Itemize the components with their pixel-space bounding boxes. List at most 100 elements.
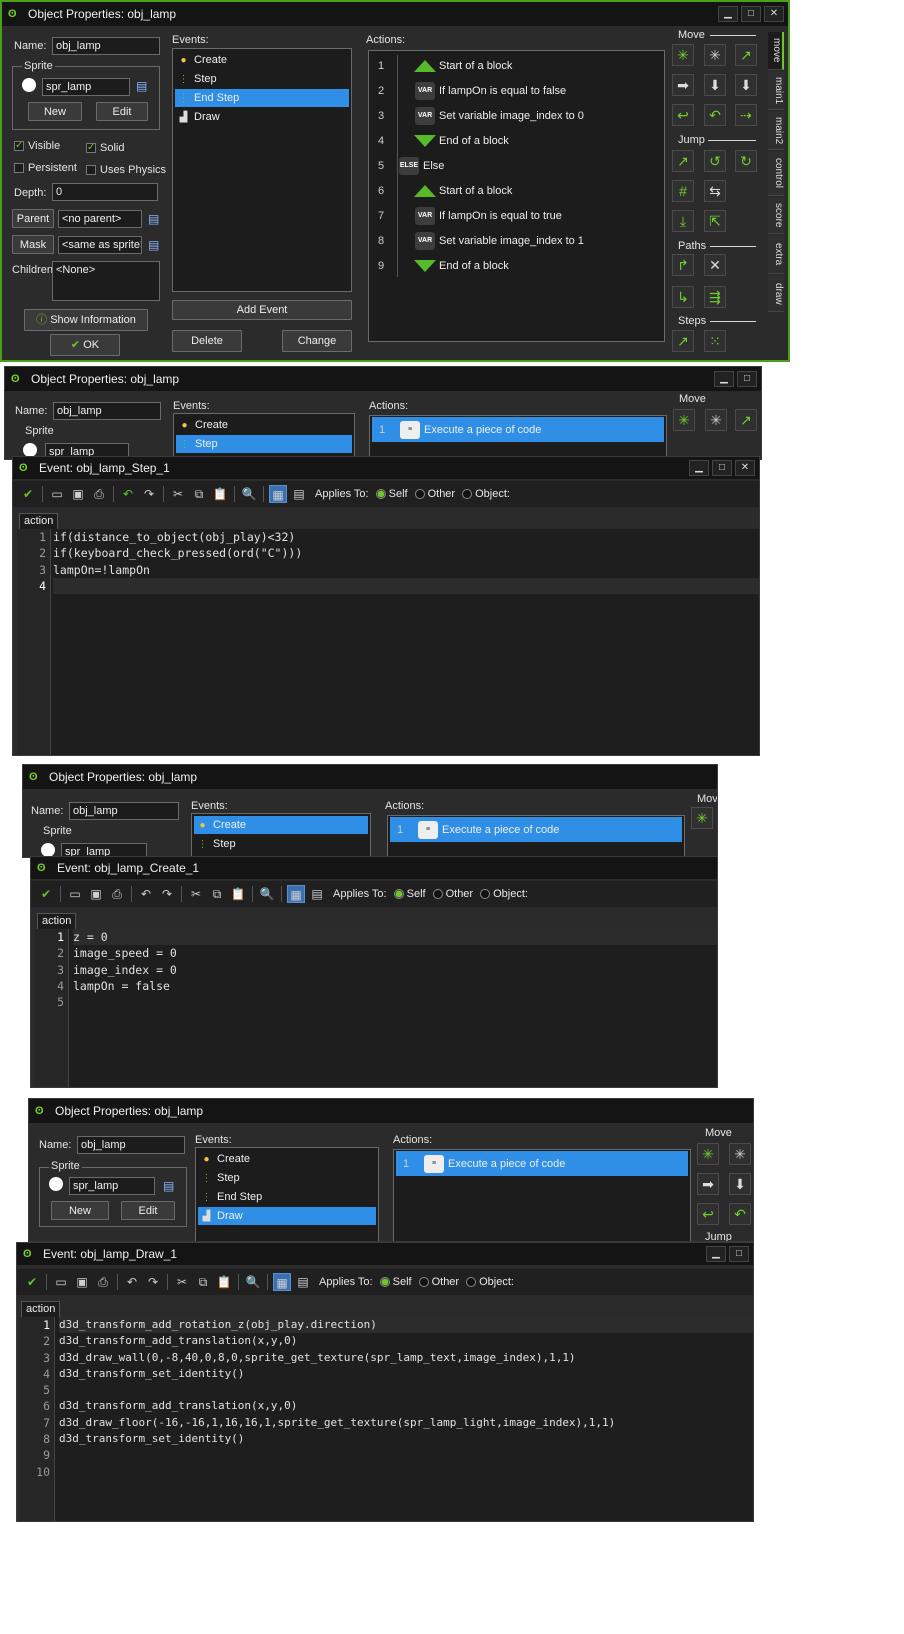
event-draw[interactable]: ▟ Draw xyxy=(198,1207,376,1225)
depth-input[interactable]: 0 xyxy=(52,183,158,201)
code-text[interactable]: if(distance_to_object(obj_play)<32) if(k… xyxy=(53,529,759,595)
parent-menu-icon[interactable]: ▤ xyxy=(148,212,159,226)
undo-icon[interactable]: ↶ xyxy=(119,485,137,503)
move-fixed-icon[interactable]: ✳ xyxy=(673,409,695,431)
cut-icon[interactable]: ✂ xyxy=(187,885,205,903)
ok-check-icon[interactable]: ✔ xyxy=(37,885,55,903)
event-step[interactable]: ⋮ Step xyxy=(176,435,352,453)
action-row[interactable]: 2 VAR If lampOn is equal to false xyxy=(371,78,566,103)
redo-icon[interactable]: ↷ xyxy=(158,885,176,903)
new-sprite-button[interactable]: New xyxy=(28,102,82,121)
applies-self-radio[interactable]: Self xyxy=(375,488,408,500)
action-row[interactable]: 7 VAR If lampOn is equal to true xyxy=(371,203,562,228)
sprite-menu-icon[interactable]: ▤ xyxy=(163,1179,174,1193)
applies-self-radio[interactable]: Self xyxy=(379,1276,412,1288)
ok-check-icon[interactable]: ✔ xyxy=(19,485,37,503)
mask-input[interactable]: <same as sprite> xyxy=(58,236,142,254)
save-icon[interactable]: ▣ xyxy=(73,1273,91,1291)
sprite-input[interactable]: spr_lamp xyxy=(69,1177,155,1195)
maximize-button[interactable]: □ xyxy=(729,1246,749,1262)
maximize-button[interactable]: □ xyxy=(712,460,732,476)
align-grid-icon[interactable]: # xyxy=(672,180,694,202)
tab-main1[interactable]: main1 xyxy=(768,72,784,110)
search-icon[interactable]: 🔍 xyxy=(258,885,276,903)
cut-icon[interactable]: ✂ xyxy=(173,1273,191,1291)
mask-button[interactable]: Mask xyxy=(12,235,54,254)
maximize-button[interactable]: □ xyxy=(741,6,761,22)
action-row[interactable]: 3 VAR Set variable image_index to 0 xyxy=(371,103,584,128)
event-create[interactable]: ● Create xyxy=(198,1150,376,1168)
minimize-button[interactable]: ▁ xyxy=(714,371,734,387)
code-editor[interactable]: 1 2 3 4 5 6 7 8 9 10 d3d_transform_add_rotation_z… xyxy=(19,1317,753,1521)
delete-event-button[interactable]: Delete xyxy=(172,330,242,352)
reverse-horizontal-icon[interactable]: ↩ xyxy=(672,104,694,126)
action-row[interactable]: 1 ≡ Execute a piece of code xyxy=(372,417,664,442)
name-input[interactable]: obj_lamp xyxy=(77,1136,185,1154)
code-options-icon[interactable]: ▤ xyxy=(308,885,326,903)
applies-other-radio[interactable]: Other xyxy=(414,488,455,500)
step-avoiding-icon[interactable]: ⁙ xyxy=(704,330,726,352)
jump-to-position-icon[interactable]: ↗ xyxy=(672,150,694,172)
event-create[interactable]: ● Create xyxy=(176,416,352,434)
code-text[interactable]: z = 0 image_speed = 0 image_index = 0 la… xyxy=(73,929,717,1010)
edit-sprite-button[interactable]: Edit xyxy=(96,102,148,121)
add-event-button[interactable]: Add Event xyxy=(172,300,352,320)
cut-icon[interactable]: ✂ xyxy=(169,485,187,503)
wrap-screen-icon[interactable]: ⇆ xyxy=(704,180,726,202)
print-icon[interactable]: ⎙ xyxy=(90,485,108,503)
code-editor[interactable]: 12345 z = 0 image_speed = 0 image_index … xyxy=(35,929,717,1087)
open-icon[interactable]: ▭ xyxy=(66,885,84,903)
event-step[interactable]: ⋮ Step xyxy=(194,835,368,853)
reverse-vertical-icon[interactable]: ↶ xyxy=(704,104,726,126)
tab-control[interactable]: control xyxy=(768,152,784,196)
event-end-step[interactable]: ⋮ End Step xyxy=(198,1188,376,1206)
paste-icon[interactable]: 📋 xyxy=(215,1273,233,1291)
copy-icon[interactable]: ⧉ xyxy=(208,885,226,903)
tab-score[interactable]: score xyxy=(768,198,784,234)
move-fixed-icon[interactable]: ✳ xyxy=(672,44,694,66)
code-text[interactable]: d3d_transform_add_rotation_z(obj_play.di… xyxy=(59,1317,753,1480)
check-syntax-icon[interactable]: ▦ xyxy=(273,1273,291,1291)
action-row[interactable]: 4 End of a block xyxy=(371,128,509,153)
action-row[interactable]: 1 Start of a block xyxy=(371,53,512,78)
visible-checkbox[interactable]: ✓ Visible xyxy=(14,140,60,152)
applies-self-radio[interactable]: Self xyxy=(393,888,426,900)
action-row[interactable]: 6 Start of a block xyxy=(371,178,512,203)
children-list[interactable]: <None> xyxy=(52,261,160,301)
search-icon[interactable]: 🔍 xyxy=(244,1273,262,1291)
show-information-button[interactable]: ⓘ Show Information xyxy=(24,309,148,331)
minimize-button[interactable]: ▁ xyxy=(689,460,709,476)
sprite-input[interactable]: spr_lamp xyxy=(42,78,130,96)
edit-sprite-button[interactable]: Edit xyxy=(121,1201,175,1220)
path-speed-icon[interactable]: ⇶ xyxy=(704,286,726,308)
minimize-button[interactable]: ▁ xyxy=(706,1246,726,1262)
applies-object-radio[interactable]: Object: xyxy=(462,488,510,500)
bounce-icon[interactable]: ⇱ xyxy=(704,210,726,232)
event-end-step[interactable]: ⋮ End Step xyxy=(175,89,349,107)
applies-object-radio[interactable]: Object: xyxy=(466,1276,514,1288)
set-path-icon[interactable]: ↱ xyxy=(672,254,694,276)
open-icon[interactable]: ▭ xyxy=(52,1273,70,1291)
action-row[interactable]: 8 VAR Set variable image_index to 1 xyxy=(371,228,584,253)
code-options-icon[interactable]: ▤ xyxy=(290,485,308,503)
save-icon[interactable]: ▣ xyxy=(69,485,87,503)
end-path-icon[interactable]: ✕ xyxy=(704,254,726,276)
code-editor[interactable]: 1234 if(distance_to_object(obj_play)<32)… xyxy=(17,529,759,755)
sprite-menu-icon[interactable]: ▤ xyxy=(136,79,150,93)
copy-icon[interactable]: ⧉ xyxy=(194,1273,212,1291)
action-row[interactable]: 5 ELSE Else xyxy=(371,153,444,178)
tab-draw[interactable]: draw xyxy=(768,276,784,312)
close-button[interactable]: ✕ xyxy=(735,460,755,476)
speed-vertical-icon[interactable]: ⬇ xyxy=(729,1173,751,1195)
print-icon[interactable]: ⎙ xyxy=(94,1273,112,1291)
name-input[interactable]: obj_lamp xyxy=(53,402,161,420)
copy-icon[interactable]: ⧉ xyxy=(190,485,208,503)
name-input[interactable]: obj_lamp xyxy=(52,37,160,55)
tab-move[interactable]: move xyxy=(768,32,784,70)
code-options-icon[interactable]: ▤ xyxy=(294,1273,312,1291)
event-create[interactable]: ● Create xyxy=(175,51,349,69)
friction-icon[interactable]: ⇢ xyxy=(735,104,757,126)
persistent-checkbox[interactable]: Persistent xyxy=(14,162,77,174)
close-button[interactable]: ✕ xyxy=(764,6,784,22)
new-sprite-button[interactable]: New xyxy=(51,1201,109,1220)
